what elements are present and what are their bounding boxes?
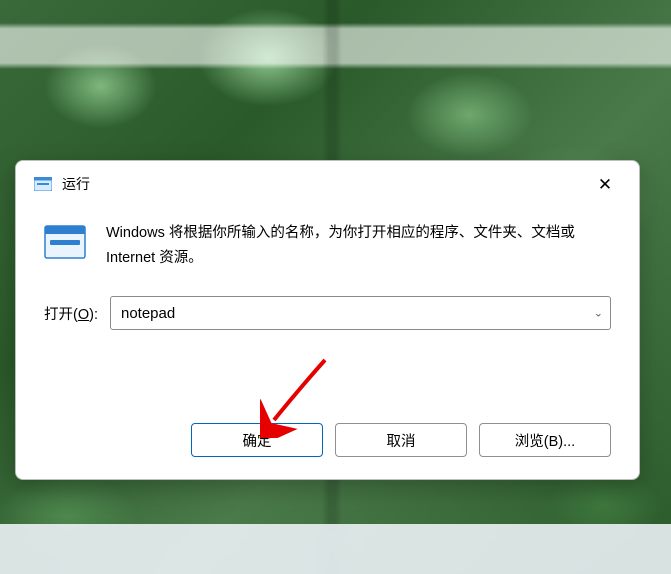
close-button[interactable]: ✕	[583, 169, 627, 199]
open-label-prefix: 打开(	[44, 307, 78, 323]
open-row: 打开(O): ⌄	[44, 296, 611, 330]
open-label: 打开(O):	[44, 303, 98, 324]
button-row: 确定 取消 浏览(B)...	[16, 405, 639, 479]
description-text: Windows 将根据你所输入的名称，为你打开相应的程序、文件夹、文档或 Int…	[106, 221, 611, 270]
run-titlebar-icon	[34, 177, 52, 191]
cancel-button[interactable]: 取消	[335, 423, 467, 457]
taskbar	[0, 524, 671, 574]
run-dialog: 运行 ✕ Windows 将根据你所输入的名称，为你打开相应的程序、文件夹、文档…	[15, 160, 640, 480]
open-combobox[interactable]: ⌄	[110, 296, 611, 330]
description-row: Windows 将根据你所输入的名称，为你打开相应的程序、文件夹、文档或 Int…	[44, 221, 611, 270]
open-input[interactable]	[110, 296, 611, 330]
close-icon: ✕	[598, 176, 612, 193]
run-icon	[44, 225, 86, 259]
open-label-accelerator: O	[78, 307, 89, 323]
dialog-title: 运行	[62, 174, 583, 194]
ok-button[interactable]: 确定	[191, 423, 323, 457]
dialog-content: Windows 将根据你所输入的名称，为你打开相应的程序、文件夹、文档或 Int…	[16, 203, 639, 405]
open-label-suffix: ):	[89, 307, 98, 323]
titlebar: 运行 ✕	[16, 161, 639, 203]
browse-button[interactable]: 浏览(B)...	[479, 423, 611, 457]
